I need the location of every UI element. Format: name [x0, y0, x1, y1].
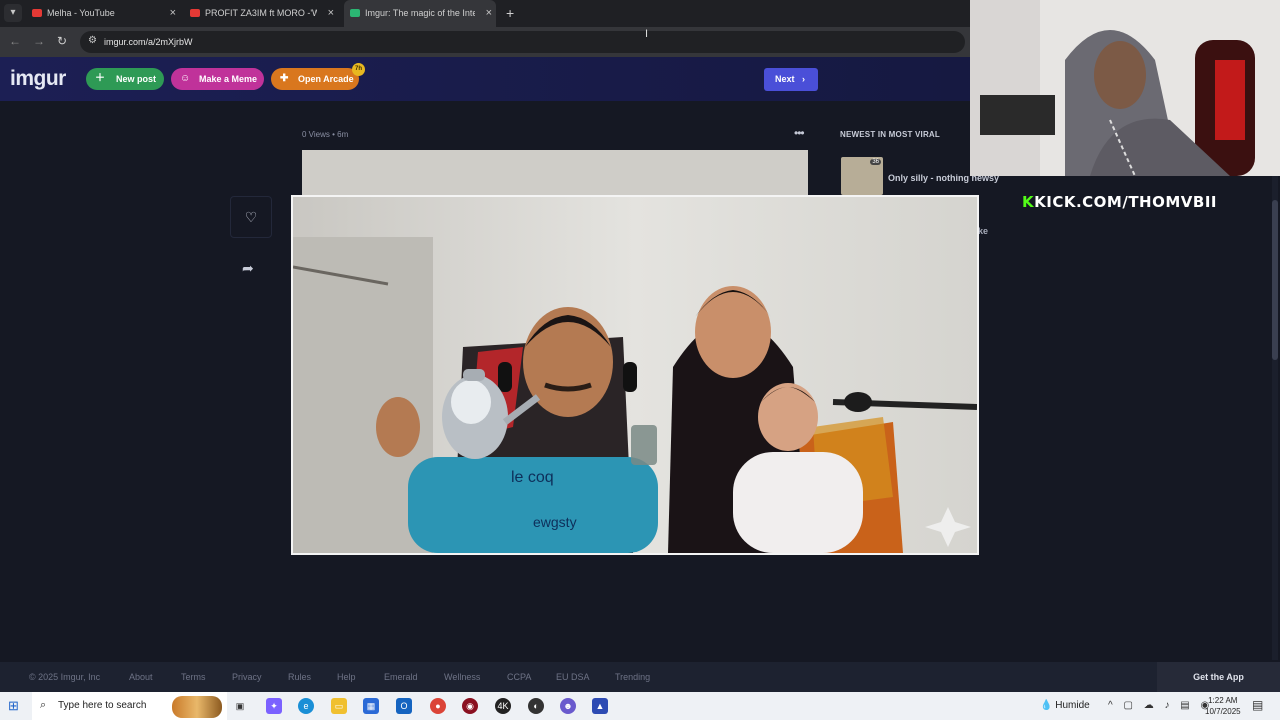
search-highlight-image: [172, 696, 222, 718]
windows-start-icon[interactable]: ⊞: [8, 698, 19, 714]
app-red-icon[interactable]: ◉: [462, 698, 478, 714]
open-arcade-label: Open Arcade: [298, 74, 354, 84]
weather-widget[interactable]: 💧 Humide: [1040, 692, 1090, 720]
image-count-badge: 36: [870, 159, 881, 165]
footer-link-terms[interactable]: Terms: [181, 662, 206, 692]
taskbar-search-box[interactable]: ⌕ Type here to search: [32, 692, 227, 720]
close-icon[interactable]: ×: [328, 0, 334, 27]
imgur-footer: © 2025 Imgur, Inc About Terms Privacy Ru…: [0, 662, 1280, 692]
post-image[interactable]: [302, 150, 808, 196]
4k-downloader-icon[interactable]: 4K: [495, 698, 511, 714]
footer-link-ccpa[interactable]: CCPA: [507, 662, 531, 692]
url-text[interactable]: imgur.com/a/2mXjrbW: [104, 31, 193, 53]
post-meta: 0 Views • 6m: [302, 130, 349, 139]
tab-title: Melha - YouTube: [47, 8, 115, 18]
tab-title: PROFIT ZA3IM ft MORO -'Watt: [205, 8, 317, 18]
footer-link-help[interactable]: Help: [337, 662, 356, 692]
sidebar-post-thumbnail[interactable]: 36: [841, 157, 883, 195]
share-arrow-icon[interactable]: ➦: [242, 260, 254, 277]
gamepad-icon: ✚: [280, 73, 289, 84]
task-view-icon[interactable]: ▣: [232, 698, 248, 714]
imgur-logo[interactable]: imgur: [10, 67, 66, 91]
address-bar[interactable]: ⚙ imgur.com/a/2mXjrbW: [80, 31, 965, 53]
arcade-badge: 7h: [352, 63, 365, 76]
open-arcade-button[interactable]: ✚ Open Arcade: [271, 68, 359, 90]
search-icon: ⌕: [40, 699, 47, 711]
footer-link-trending[interactable]: Trending: [615, 662, 650, 692]
close-icon[interactable]: ×: [170, 0, 176, 27]
footer-link-rules[interactable]: Rules: [288, 662, 311, 692]
search-placeholder: Type here to search: [58, 700, 147, 711]
notification-icon[interactable]: ▤: [1252, 698, 1263, 712]
make-meme-label: Make a Meme: [199, 74, 258, 84]
overlay-photo: le coq ewgsty: [291, 195, 979, 555]
clock-date: 10/7/2025: [1205, 707, 1241, 716]
footer-link-privacy[interactable]: Privacy: [232, 662, 262, 692]
water-drop-icon: 💧: [1040, 700, 1053, 711]
outlook-icon[interactable]: O: [396, 698, 412, 714]
more-options-icon[interactable]: •••: [794, 126, 805, 140]
reload-icon[interactable]: ↻: [57, 34, 67, 48]
footer-link-eu-dsa[interactable]: EU DSA: [556, 662, 590, 692]
store-icon[interactable]: ▦: [363, 698, 379, 714]
next-post-button[interactable]: Next ›: [764, 68, 818, 91]
new-post-label: New post: [116, 74, 157, 84]
get-the-app-button[interactable]: Get the App: [1157, 662, 1280, 692]
meme-face-icon: ☺: [180, 73, 191, 84]
discord-icon[interactable]: ☻: [560, 698, 576, 714]
kick-channel-watermark: KKICK.COM/THOMVBII: [1022, 193, 1217, 211]
kick-logo-k: K: [1022, 193, 1035, 211]
footer-link-wellness[interactable]: Wellness: [444, 662, 480, 692]
next-label: Next: [775, 74, 795, 84]
webcam-overlay: [970, 0, 1280, 176]
family-photo: le coq ewgsty: [293, 197, 977, 553]
close-icon[interactable]: ×: [486, 0, 492, 27]
weather-label: Humide: [1055, 700, 1090, 711]
webcam-feed: [970, 0, 1280, 176]
text-cursor-icon: I: [645, 28, 649, 40]
windows-taskbar: ⊞ ⌕ Type here to search ▣ ✦ e ▭ ▦ O ● ◉ …: [0, 692, 1280, 720]
browser-tab-strip: ▾ Melha - YouTube × PROFIT ZA3IM ft MORO…: [0, 0, 970, 27]
sidebar-post-title-fragment[interactable]: ke: [978, 226, 988, 236]
imgur-icon: [350, 9, 360, 17]
footer-copyright: © 2025 Imgur, Inc: [29, 672, 101, 682]
shirt-text-2: ewgsty: [533, 514, 577, 530]
kick-url: KICK.COM/THOMVBII: [1034, 193, 1217, 211]
make-meme-button[interactable]: ☺ Make a Meme: [171, 68, 264, 90]
footer-link-emerald[interactable]: Emerald: [384, 662, 418, 692]
back-arrow-icon[interactable]: ←: [9, 34, 21, 48]
tab-imgur[interactable]: Imgur: The magic of the Interne ×: [344, 0, 496, 27]
clock-time: 1:22 AM: [1208, 696, 1238, 705]
new-tab-button[interactable]: +: [506, 0, 514, 27]
taskbar-clock[interactable]: 1:22 AM 10/7/2025: [1205, 695, 1241, 717]
sidebar-heading: NEWEST IN MOST VIRAL: [840, 130, 940, 139]
chrome-icon[interactable]: ●: [430, 698, 446, 714]
forward-arrow-icon[interactable]: →: [33, 34, 45, 48]
tab-search-button[interactable]: ▾: [4, 4, 22, 22]
browser-toolbar: ← → ↻ ⚙ imgur.com/a/2mXjrbW: [0, 27, 970, 57]
youtube-icon: [32, 9, 42, 17]
plus-icon: ＋: [95, 73, 105, 84]
footer-link-about[interactable]: About: [129, 662, 153, 692]
heart-icon[interactable]: ♡: [230, 196, 272, 238]
app-dark-icon[interactable]: ◐: [528, 698, 544, 714]
copilot-icon[interactable]: ✦: [266, 698, 282, 714]
file-explorer-icon[interactable]: ▭: [331, 698, 347, 714]
app-blue-icon[interactable]: ▲: [592, 698, 608, 714]
new-post-button[interactable]: ＋ New post: [86, 68, 164, 90]
system-tray[interactable]: ^ ▢ ☁ ♪ ▤ ◉: [1108, 692, 1213, 720]
edge-icon[interactable]: e: [298, 698, 314, 714]
shirt-text-1: le coq: [511, 469, 554, 486]
site-info-icon[interactable]: ⚙: [88, 35, 97, 46]
page-scrollbar-thumb[interactable]: [1272, 200, 1278, 360]
youtube-icon: [190, 9, 200, 17]
tab-title: Imgur: The magic of the Interne: [365, 8, 475, 18]
chevron-right-icon: ›: [802, 74, 805, 84]
tab-youtube-melha[interactable]: Melha - YouTube ×: [32, 0, 176, 27]
tab-youtube-profit[interactable]: PROFIT ZA3IM ft MORO -'Watt ×: [190, 0, 334, 27]
